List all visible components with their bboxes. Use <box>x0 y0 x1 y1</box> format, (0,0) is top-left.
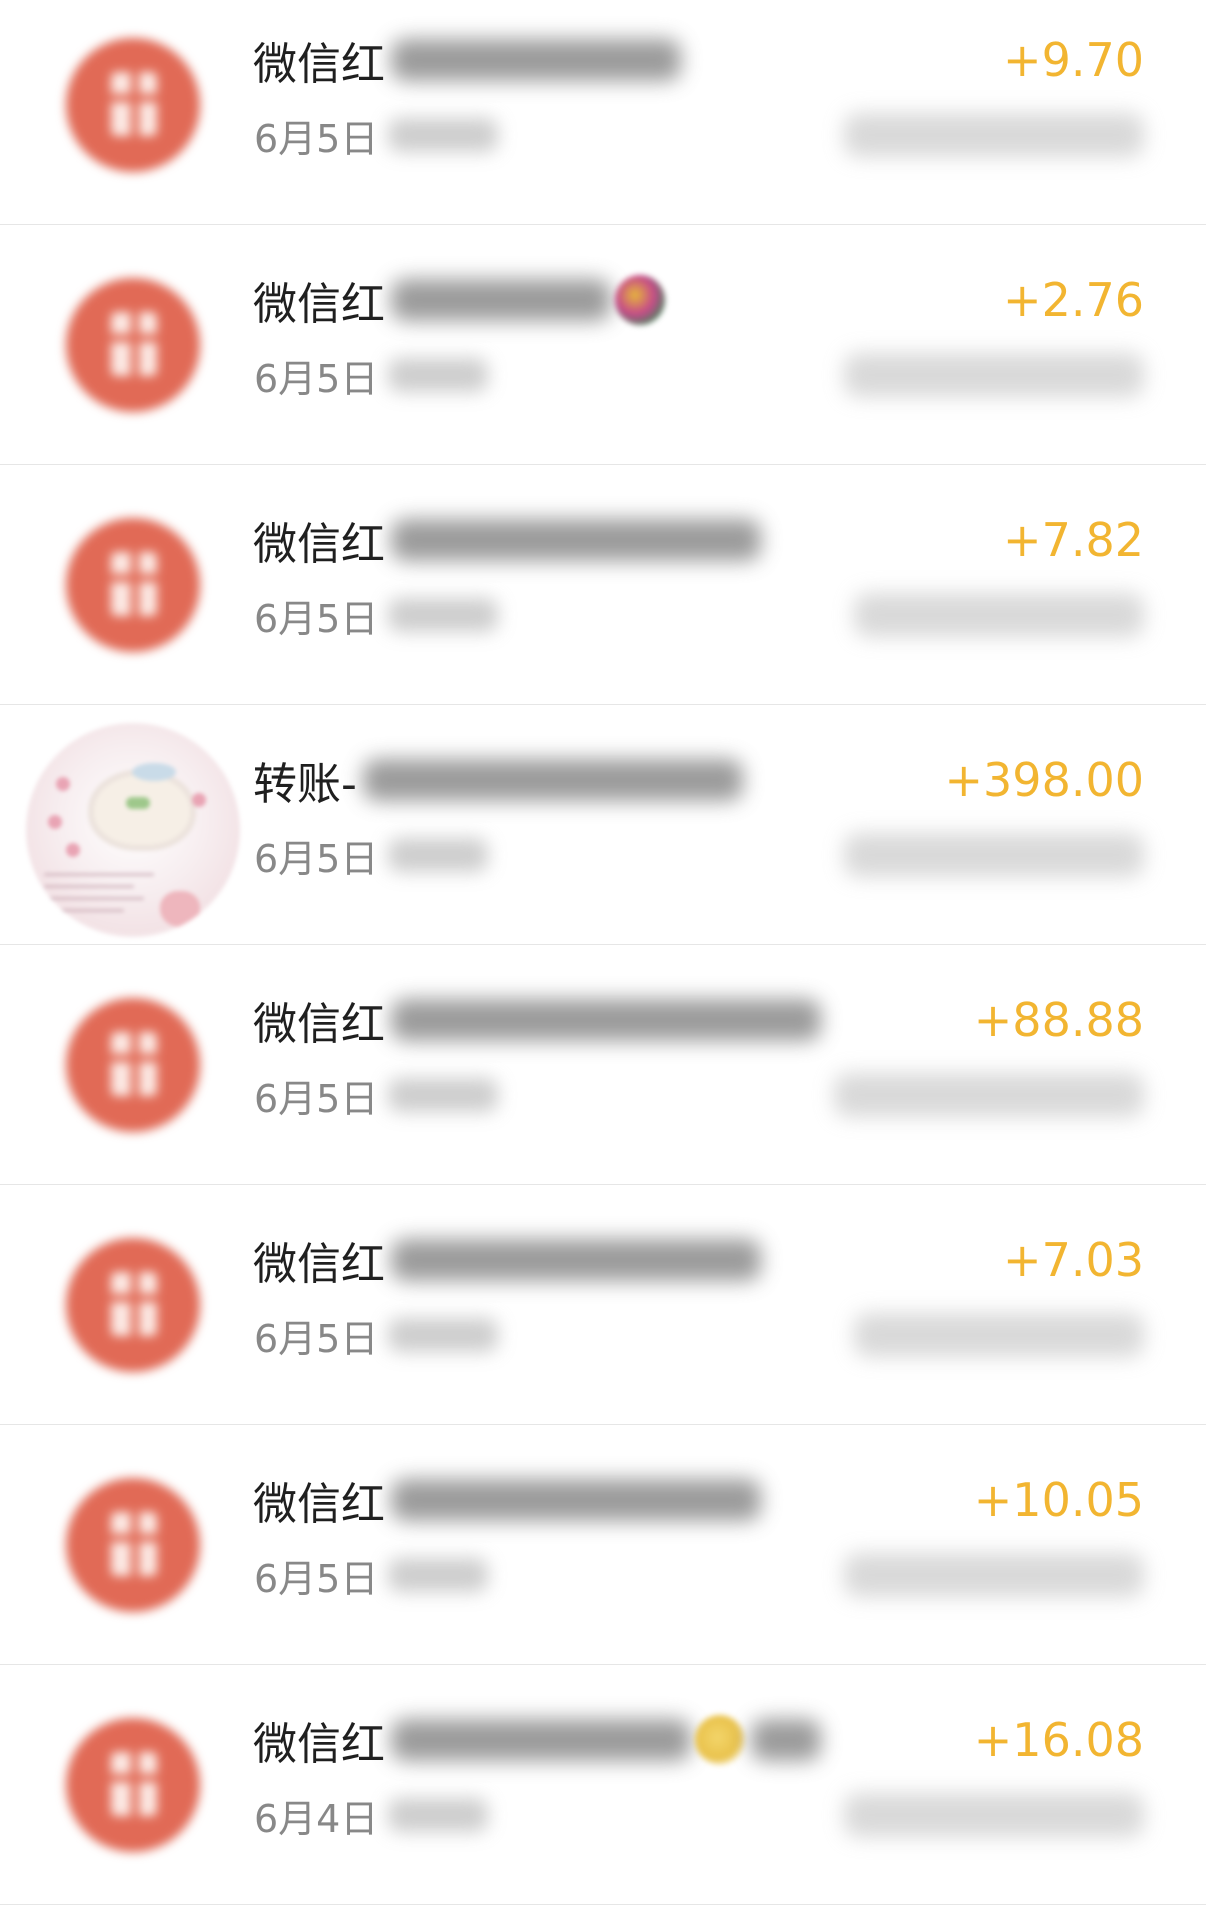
emoji-icon <box>615 275 665 325</box>
transaction-row[interactable]: 微信红 6月4日 +16.08 <box>0 1665 1206 1905</box>
transaction-row[interactable]: 转账- 6月5日 +398.00 <box>0 705 1206 945</box>
redacted-sender <box>391 1239 761 1281</box>
redacted-sender-suffix <box>751 1719 821 1761</box>
transaction-date: 6月5日 <box>254 1547 489 1603</box>
redacted-time <box>388 1558 489 1592</box>
transaction-date: 6月5日 <box>254 587 499 643</box>
transaction-date-label: 6月5日 <box>254 356 379 401</box>
transaction-title: 微信红 <box>253 265 665 335</box>
transaction-type-label: 微信红 <box>253 1239 385 1290</box>
red-packet-icon <box>66 1238 200 1372</box>
transaction-list: 微信红 6月5日 +9.70 微信红 6月5日 +2.76 微信红 6月5日 +… <box>0 0 1206 1905</box>
transaction-date-label: 6月5日 <box>254 1556 379 1601</box>
transaction-type-label: 微信红 <box>253 39 385 90</box>
redacted-time <box>388 1318 499 1352</box>
transaction-type-label: 转账- <box>253 759 357 810</box>
transaction-date-label: 6月4日 <box>254 1796 379 1841</box>
transaction-title: 微信红 <box>253 505 761 575</box>
redacted-balance <box>834 1073 1144 1117</box>
redacted-balance <box>844 353 1144 397</box>
transaction-type-label: 微信红 <box>253 1719 385 1770</box>
transaction-amount: +10.05 <box>973 1473 1144 1527</box>
transaction-title: 微信红 <box>253 1225 761 1295</box>
transaction-type-label: 微信红 <box>253 519 385 570</box>
transaction-amount: +88.88 <box>973 993 1144 1047</box>
redacted-time <box>388 1798 489 1832</box>
user-avatar <box>26 723 240 937</box>
transaction-date-label: 6月5日 <box>254 1316 379 1361</box>
redacted-sender <box>391 519 761 561</box>
redacted-sender <box>362 759 743 801</box>
transaction-row[interactable]: 微信红 6月5日 +88.88 <box>0 945 1206 1185</box>
transaction-title: 微信红 <box>253 25 681 95</box>
transaction-date-label: 6月5日 <box>254 1076 379 1121</box>
redacted-sender <box>391 999 821 1041</box>
redacted-time <box>388 118 499 152</box>
redacted-balance <box>844 1793 1144 1837</box>
red-packet-icon <box>66 278 200 412</box>
transaction-date: 6月5日 <box>254 107 499 163</box>
transaction-row[interactable]: 微信红 6月5日 +2.76 <box>0 225 1206 465</box>
red-packet-icon <box>66 998 200 1132</box>
transaction-type-label: 微信红 <box>253 999 385 1050</box>
transaction-date-label: 6月5日 <box>254 116 379 161</box>
redacted-balance <box>844 1553 1144 1597</box>
transaction-title: 转账- <box>253 745 743 815</box>
redacted-sender <box>391 39 681 81</box>
transaction-type-label: 微信红 <box>253 279 385 330</box>
transaction-amount: +398.00 <box>944 753 1145 807</box>
redacted-balance <box>844 113 1144 157</box>
transaction-amount: +9.70 <box>1003 33 1144 87</box>
redacted-time <box>388 838 489 872</box>
redacted-balance <box>844 833 1144 877</box>
transaction-row[interactable]: 微信红 6月5日 +7.03 <box>0 1185 1206 1425</box>
red-packet-icon <box>66 518 200 652</box>
transaction-type-label: 微信红 <box>253 1479 385 1530</box>
transaction-title: 微信红 <box>253 985 821 1055</box>
transaction-date-label: 6月5日 <box>254 596 379 641</box>
transaction-row[interactable]: 微信红 6月5日 +10.05 <box>0 1425 1206 1665</box>
redacted-sender <box>391 279 611 321</box>
transaction-amount: +7.03 <box>1003 1233 1144 1287</box>
redacted-time <box>388 358 489 392</box>
moon-emoji-icon <box>695 1715 745 1765</box>
transaction-amount: +16.08 <box>973 1713 1144 1767</box>
redacted-balance <box>854 593 1144 637</box>
transaction-title: 微信红 <box>253 1705 821 1775</box>
transaction-date: 6月5日 <box>254 347 489 403</box>
redacted-balance <box>854 1313 1144 1357</box>
red-packet-icon <box>66 38 200 172</box>
transaction-title: 微信红 <box>253 1465 761 1535</box>
red-packet-icon <box>66 1718 200 1852</box>
transaction-date: 6月5日 <box>254 1067 499 1123</box>
transaction-date: 6月4日 <box>254 1787 489 1843</box>
transaction-date-label: 6月5日 <box>254 836 379 881</box>
redacted-time <box>388 1078 499 1112</box>
redacted-sender <box>391 1479 761 1521</box>
redacted-sender <box>391 1719 691 1761</box>
transaction-row[interactable]: 微信红 6月5日 +9.70 <box>0 0 1206 225</box>
transaction-row[interactable]: 微信红 6月5日 +7.82 <box>0 465 1206 705</box>
redacted-time <box>388 598 499 632</box>
transaction-date: 6月5日 <box>254 827 489 883</box>
transaction-amount: +7.82 <box>1003 513 1144 567</box>
transaction-amount: +2.76 <box>1003 273 1144 327</box>
transaction-date: 6月5日 <box>254 1307 499 1363</box>
red-packet-icon <box>66 1478 200 1612</box>
